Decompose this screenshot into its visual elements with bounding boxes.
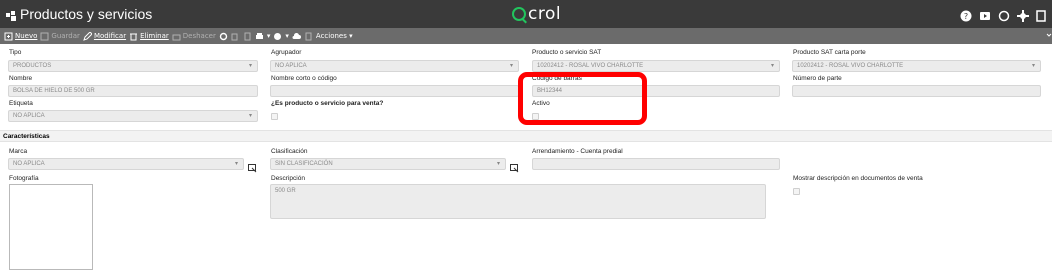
producto-sat-carta-value: 10202412 - ROSAL VIVO CHARLOTTE xyxy=(797,63,904,69)
print-icon[interactable] xyxy=(255,32,264,41)
numero-parte-field[interactable] xyxy=(792,85,1041,97)
etiqueta-value: NO APLICA xyxy=(13,113,45,119)
producto-sat-carta-label: Producto SAT carta porte xyxy=(793,49,866,56)
edit-button[interactable]: Modificar xyxy=(83,30,127,41)
logo-text: crol xyxy=(528,4,562,24)
caracteristicas-header: Características xyxy=(0,130,1052,142)
highlight-box xyxy=(518,72,647,125)
nombre-label: Nombre xyxy=(9,75,33,82)
clasificacion-value: SIN CLASIFICACIÓN xyxy=(275,161,333,167)
open-catalog-icon[interactable] xyxy=(248,158,257,173)
chevron-down-icon: ▾ xyxy=(770,63,774,69)
descripcion-textarea[interactable]: 500 GR xyxy=(270,184,766,219)
window-controls: ? xyxy=(960,7,1048,22)
undo-icon xyxy=(172,32,181,41)
print-menu-caret[interactable]: ▾ xyxy=(267,32,271,40)
trash-icon xyxy=(129,32,138,41)
agrupador-value: NO APLICA xyxy=(275,63,307,69)
tipo-label: Tipo xyxy=(9,49,22,56)
save-icon xyxy=(40,32,49,41)
toolbar: Nuevo Guardar Modificar Eliminar Deshace… xyxy=(0,28,1052,44)
paste-icon[interactable] xyxy=(243,32,252,41)
arrendamiento-field[interactable] xyxy=(532,158,780,170)
delete-button[interactable]: Eliminar xyxy=(129,32,169,41)
actions-label: Acciones ▾ xyxy=(315,32,353,40)
nombre-corto-label: Nombre corto o código xyxy=(271,75,337,82)
clasificacion-label: Clasificación xyxy=(271,148,308,155)
fotografia-label: Fotografía xyxy=(9,175,39,182)
mostrar-desc-checkbox[interactable] xyxy=(793,188,800,195)
refresh-icon[interactable] xyxy=(219,32,228,41)
attachment-icon[interactable] xyxy=(304,32,313,41)
producto-sat-carta-select[interactable]: 10202412 - ROSAL VIVO CHARLOTTE ▾ xyxy=(792,60,1041,72)
logo-mark-icon xyxy=(512,7,526,21)
mostrar-desc-label: Mostrar descripción en documentos de ven… xyxy=(793,175,923,182)
undo-label: Deshacer xyxy=(182,32,216,40)
agrupador-select[interactable]: NO APLICA ▾ xyxy=(270,60,519,72)
chevron-down-icon: ▾ xyxy=(509,63,513,69)
cloud-icon[interactable] xyxy=(292,32,301,41)
delete-label: Eliminar xyxy=(140,32,169,40)
actions-menu[interactable]: Acciones ▾ xyxy=(316,32,353,40)
edit-label: Modificar xyxy=(93,32,127,40)
agrupador-label: Agrupador xyxy=(271,49,302,56)
pencil-icon xyxy=(83,30,93,41)
tipo-value: PRODUCTOS xyxy=(13,63,52,69)
marca-value: NO APLICA xyxy=(13,161,45,167)
marca-select[interactable]: NO APLICA ▾ xyxy=(8,158,244,170)
numero-parte-label: Número de parte xyxy=(793,75,842,82)
new-icon xyxy=(4,32,13,41)
producto-sat-select[interactable]: 10202412 - ROSAL VIVO CHARLOTTE ▾ xyxy=(532,60,780,72)
svg-text:?: ? xyxy=(964,12,968,21)
app-title: Productos y servicios xyxy=(20,6,153,22)
help-icon[interactable]: ? xyxy=(960,7,972,22)
new-label: Nuevo xyxy=(15,32,38,40)
undo-button[interactable]: Deshacer xyxy=(172,32,216,41)
tipo-select[interactable]: PRODUCTOS ▾ xyxy=(8,60,258,72)
nombre-value: BOLSA DE HIELO DE 500 GR xyxy=(13,88,95,94)
es-venta-label: ¿Es producto o servicio para venta? xyxy=(271,100,384,107)
chevron-down-icon: ▾ xyxy=(234,161,238,167)
report-icon[interactable] xyxy=(273,32,282,41)
products-icon xyxy=(5,7,17,21)
nombre-field[interactable]: BOLSA DE HIELO DE 500 GR xyxy=(8,85,258,97)
report-menu-caret[interactable]: ▾ xyxy=(285,32,289,40)
chevron-down-icon: ▾ xyxy=(248,63,252,69)
marca-label: Marca xyxy=(9,148,28,155)
arrendamiento-label: Arrendamiento - Cuenta predial xyxy=(532,148,623,155)
copy-icon[interactable] xyxy=(231,32,240,41)
photo-upload[interactable] xyxy=(9,184,93,270)
save-label: Guardar xyxy=(51,32,80,40)
video-icon[interactable] xyxy=(979,7,991,20)
title-bar: Productos y servicios crol ? xyxy=(0,0,1052,28)
open-catalog-icon[interactable] xyxy=(510,158,519,173)
descripcion-label: Descripción xyxy=(271,175,305,182)
nombre-corto-field[interactable] xyxy=(270,85,519,97)
es-venta-checkbox[interactable] xyxy=(271,113,278,120)
chevron-down-icon: ▾ xyxy=(1031,63,1035,69)
etiqueta-label: Etiqueta xyxy=(9,100,33,107)
new-button[interactable]: Nuevo xyxy=(4,32,37,41)
collapse-caret[interactable] xyxy=(1046,28,1052,44)
clasificacion-select[interactable]: SIN CLASIFICACIÓN ▾ xyxy=(270,158,506,170)
descripcion-value: 500 GR xyxy=(275,188,296,194)
chevron-down-icon: ▾ xyxy=(496,161,500,167)
chat-icon[interactable] xyxy=(998,7,1010,22)
crol-logo: crol xyxy=(512,4,561,24)
exit-icon[interactable] xyxy=(1036,7,1048,22)
producto-sat-value: 10202412 - ROSAL VIVO CHARLOTTE xyxy=(537,63,644,69)
chevron-down-icon: ▾ xyxy=(248,113,252,119)
settings-icon[interactable] xyxy=(1017,7,1029,22)
save-button[interactable]: Guardar xyxy=(40,32,80,41)
etiqueta-select[interactable]: NO APLICA ▾ xyxy=(8,110,258,122)
producto-sat-label: Producto o servicio SAT xyxy=(532,49,602,56)
